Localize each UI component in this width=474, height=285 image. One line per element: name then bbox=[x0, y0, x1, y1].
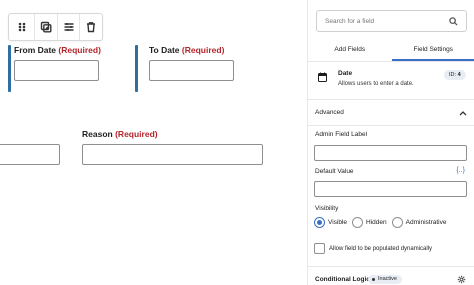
field-info-panel: Date Allows users to enter a date. ID: 4 bbox=[308, 62, 474, 100]
from-date-required: (Required) bbox=[58, 45, 101, 55]
from-date-label: From Date (Required) bbox=[14, 45, 101, 55]
reason-input[interactable] bbox=[82, 144, 263, 165]
from-date-input[interactable] bbox=[14, 60, 99, 81]
search-input[interactable] bbox=[325, 17, 445, 25]
field-type-description: Allows users to enter a date. bbox=[338, 81, 414, 87]
conditional-logic-status-badge: Inactive bbox=[368, 275, 402, 284]
from-date-label-text: From Date bbox=[14, 45, 57, 55]
admin-label-input[interactable] bbox=[314, 145, 467, 161]
dynamic-population-row: Allow field to be populated dynamically bbox=[314, 243, 432, 254]
default-value-input[interactable] bbox=[314, 181, 467, 197]
field-toolbar bbox=[8, 13, 103, 41]
visibility-options: Visible Hidden Administrative bbox=[314, 217, 451, 228]
trash-icon[interactable] bbox=[79, 14, 102, 40]
admin-label-caption: Admin Field Label bbox=[315, 131, 368, 138]
radio-visible[interactable] bbox=[314, 217, 325, 228]
to-date-label: To Date (Required) bbox=[149, 45, 224, 55]
to-date-indicator bbox=[135, 45, 138, 92]
field-search[interactable] bbox=[316, 10, 467, 32]
radio-administrative-label: Administrative bbox=[405, 219, 447, 226]
duplicate-icon[interactable] bbox=[34, 14, 57, 40]
reason-required: (Required) bbox=[115, 129, 158, 139]
drag-handle-icon[interactable] bbox=[9, 14, 34, 40]
radio-visible-label: Visible bbox=[328, 219, 348, 226]
field-type-name: Date bbox=[338, 70, 353, 77]
advanced-section-toggle[interactable]: Advanced bbox=[308, 100, 474, 126]
conditional-logic-row[interactable]: Conditional Logic Inactive bbox=[308, 266, 474, 285]
reason-label-text: Reason bbox=[82, 129, 113, 139]
radio-hidden-label: Hidden bbox=[366, 219, 387, 226]
field-id-label: ID: bbox=[449, 72, 457, 78]
search-icon bbox=[449, 17, 458, 26]
tab-field-settings[interactable]: Field Settings bbox=[391, 40, 474, 61]
radio-hidden[interactable] bbox=[352, 217, 364, 228]
conditional-logic-label: Conditional Logic bbox=[315, 276, 370, 283]
to-date-input[interactable] bbox=[149, 60, 234, 81]
dynamic-population-label: Allow field to be populated dynamically bbox=[329, 245, 433, 252]
radio-administrative[interactable] bbox=[391, 217, 403, 228]
settings-sliders-icon[interactable] bbox=[56, 14, 80, 40]
visibility-caption: Visibility bbox=[315, 205, 339, 212]
form-canvas: From Date (Required) To Date (Required) … bbox=[0, 0, 307, 285]
to-date-required: (Required) bbox=[181, 45, 225, 55]
tab-add-fields[interactable]: Add Fields bbox=[308, 40, 392, 61]
field-id-value: 4 bbox=[457, 72, 461, 78]
to-date-label-text: To Date bbox=[149, 45, 180, 55]
partial-input-left[interactable] bbox=[0, 144, 60, 165]
chevron-up-icon bbox=[459, 111, 467, 116]
dynamic-population-checkbox[interactable] bbox=[314, 243, 325, 254]
advanced-section-title: Advanced bbox=[315, 109, 344, 116]
field-id-badge: ID: 4 bbox=[444, 70, 466, 80]
settings-sidebar: Add Fields Field Settings Date Allows us… bbox=[307, 0, 474, 285]
merge-tag-button[interactable]: {..} bbox=[456, 167, 465, 174]
sidebar-tabs: Add Fields Field Settings bbox=[308, 40, 474, 62]
conditional-logic-status: Inactive bbox=[378, 276, 397, 282]
status-dot bbox=[372, 278, 375, 281]
reason-label: Reason (Required) bbox=[82, 129, 158, 139]
gear-icon[interactable] bbox=[457, 275, 466, 284]
default-value-caption: Default Value bbox=[315, 168, 354, 175]
selected-field-indicator bbox=[8, 45, 11, 92]
calendar-icon bbox=[318, 72, 327, 82]
